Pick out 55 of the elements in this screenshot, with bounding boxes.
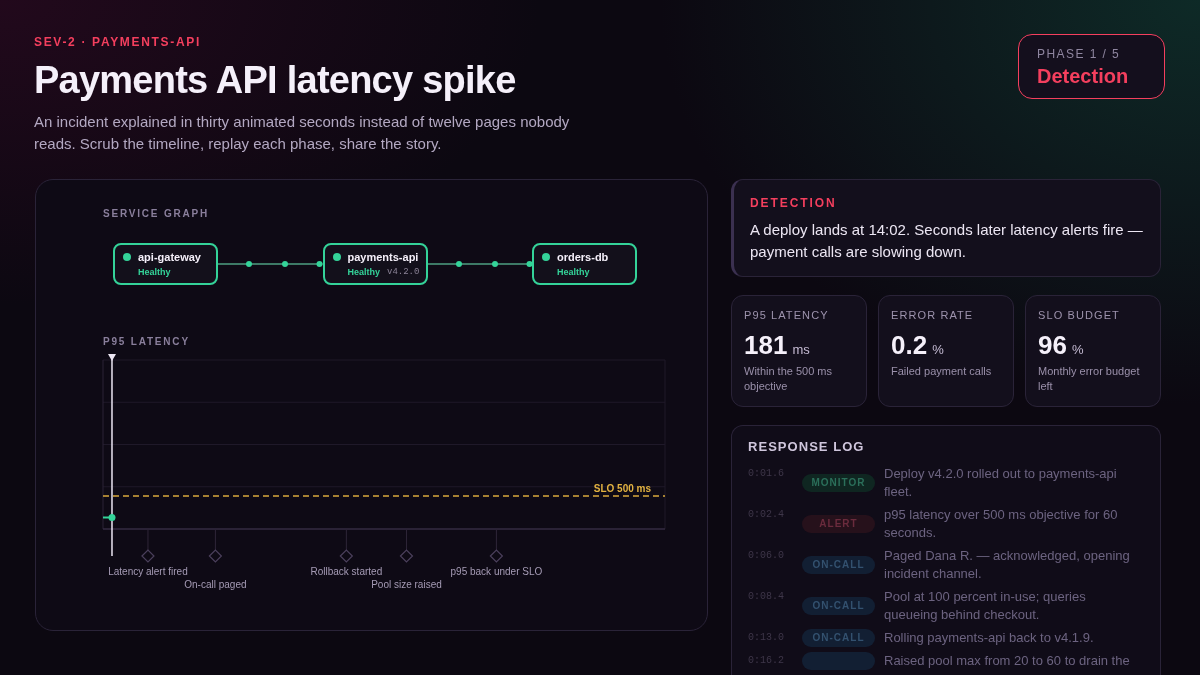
metric-value: 181 <box>744 330 788 360</box>
metric-label: ERROR RATE <box>891 308 974 322</box>
section-title: P95 LATENCY <box>103 336 191 348</box>
log-message: Paged Dana R. — acknowledged, opening incident channel. <box>884 547 1131 583</box>
event-label: Pool size raised <box>371 579 442 591</box>
metric-label: P95 LATENCY <box>744 308 829 322</box>
severity-label: SEV-2 · PAYMENTS-API <box>34 34 202 50</box>
event-label: Latency alert fired <box>108 566 188 578</box>
metric-note: Monthly error budget left <box>1038 364 1141 394</box>
metric-note: Failed payment calls <box>891 364 992 379</box>
log-title: RESPONSE LOG <box>748 439 866 455</box>
packet-dot-icon <box>455 261 462 267</box>
service-name: payments-api <box>347 250 419 264</box>
phase-label: PHASE 1 / 5 <box>1037 47 1121 61</box>
version-label: v4.2.0 <box>387 266 420 278</box>
service-name: api-gateway <box>138 250 201 264</box>
log-message: p95 latency over 500 ms objective for 60 seconds. <box>884 506 1119 542</box>
log-message: Deploy v4.2.0 rolled out to payments-api fleet. <box>884 465 1118 501</box>
log-message: Rolling payments-api back to v4.1.9. <box>884 629 1095 647</box>
metric-label: SLO BUDGET <box>1038 308 1120 322</box>
service-name: orders-db <box>557 250 609 264</box>
slo-label: SLO 500 ms <box>593 483 651 495</box>
metric-value: 96 <box>1038 330 1067 360</box>
service-status: Healthy <box>138 266 171 278</box>
metric-value: 0.2 <box>891 330 928 360</box>
packet-dot-icon <box>491 261 498 267</box>
status-tag: ON-CALL <box>802 556 875 574</box>
status-tag: ON-CALL <box>802 597 875 615</box>
event-label: Rollback started <box>310 566 383 578</box>
event-label: p95 back under SLO <box>450 566 543 578</box>
current-point-icon <box>108 514 116 521</box>
status-tag: MONITOR <box>802 474 875 492</box>
metric-unit: ms <box>792 342 810 358</box>
story-title: DETECTION <box>750 196 838 210</box>
story-text: A deploy lands at 14:02. Seconds later latency alerts fire — payment calls are slowing down. <box>750 220 1144 262</box>
log-message: Raised pool max from 20 to 60 to drain the <box>884 652 1131 670</box>
service-status: Healthy <box>347 266 380 278</box>
log-message: Pool at 100 percent in-use; queries queueing behind checkout. <box>884 588 1087 624</box>
section-title: SERVICE GRAPH <box>103 208 210 220</box>
event-label: On-call paged <box>184 579 247 591</box>
status-tag: ALERT <box>802 515 875 533</box>
status-dot-icon <box>542 253 550 261</box>
page-title: Payments API latency spike <box>34 58 517 102</box>
status-dot-icon <box>332 253 341 261</box>
metric-note: Within the 500 ms objective <box>744 364 834 394</box>
packet-dot-icon <box>246 261 252 267</box>
status-dot-icon <box>123 253 131 261</box>
packet-dot-icon <box>282 261 288 267</box>
status-tag: ON-CALL <box>802 629 875 647</box>
metric-unit: % <box>1071 342 1084 358</box>
playhead-handle[interactable] <box>108 354 116 557</box>
page-summary: An incident explained in thirty animated seconds instead of twelve pages nobody reads. Scrub the timeline, replay each phase, share the story. <box>34 112 571 154</box>
metric-unit: % <box>932 342 944 358</box>
phase-name: Detection <box>1037 64 1129 88</box>
service-status: Healthy <box>557 266 590 278</box>
